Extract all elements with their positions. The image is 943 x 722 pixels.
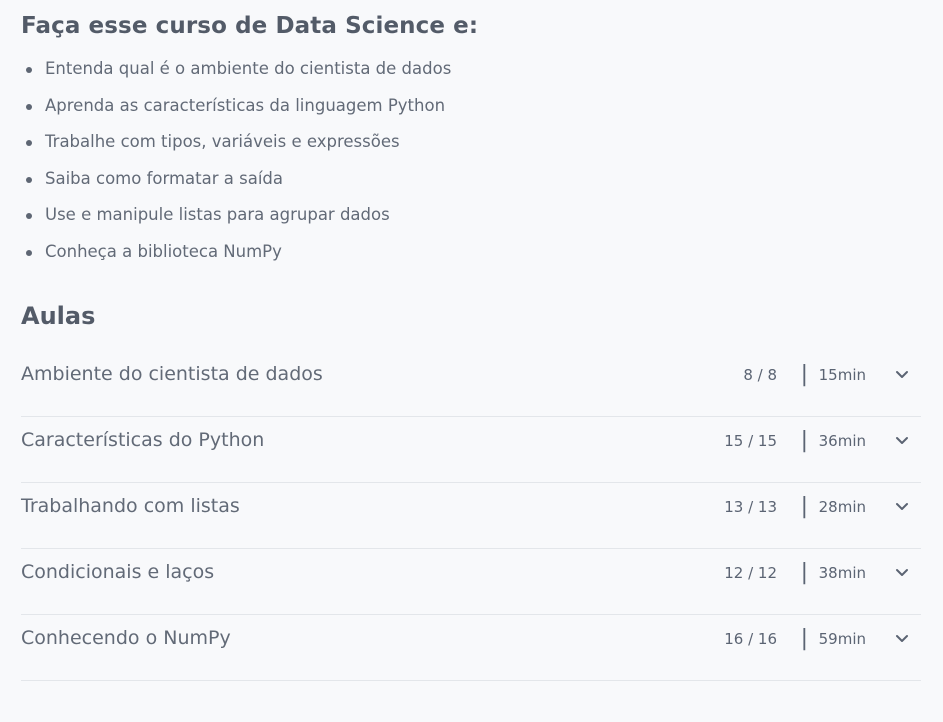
- benefit-text: Aprenda as características da linguagem …: [45, 95, 446, 115]
- lesson-progress-count: 12 / 12: [724, 564, 777, 582]
- lesson-duration: 59min: [818, 630, 866, 648]
- benefit-text: Trabalhe com tipos, variáveis e expressõ…: [45, 132, 400, 152]
- lesson-progress-count: 13 / 13: [724, 498, 777, 516]
- lesson-row-listas[interactable]: Trabalhando com listas 13 / 13 | 28min: [21, 483, 921, 549]
- benefit-item: Entenda qual é o ambiente do cientista d…: [21, 58, 921, 95]
- bullet-icon: [26, 249, 32, 256]
- chevron-down-icon[interactable]: [895, 565, 909, 579]
- lesson-separator: |: [800, 362, 808, 387]
- bullet-icon: [26, 176, 32, 183]
- course-details-page: Faça esse curso de Data Science e: Enten…: [0, 0, 943, 722]
- benefit-item: Aprenda as características da linguagem …: [21, 95, 921, 132]
- benefit-text: Entenda qual é o ambiente do cientista d…: [45, 59, 452, 78]
- course-benefits-heading: Faça esse curso de Data Science e:: [21, 13, 479, 39]
- benefit-item: Use e manipule listas para agrupar dados: [21, 204, 921, 241]
- lesson-row-ambiente[interactable]: Ambiente do cientista de dados 8 / 8 | 1…: [21, 351, 921, 417]
- lesson-title: Condicionais e laços: [21, 561, 215, 583]
- lesson-title: Características do Python: [21, 429, 265, 451]
- lesson-duration: 36min: [818, 432, 866, 450]
- benefits-list: Entenda qual é o ambiente do cientista d…: [21, 58, 921, 278]
- benefit-text: Use e manipule listas para agrupar dados: [45, 205, 390, 225]
- bullet-icon: [26, 213, 32, 220]
- lesson-duration: 28min: [818, 498, 866, 516]
- lesson-separator: |: [800, 494, 808, 519]
- bullet-icon: [26, 67, 32, 73]
- benefit-item: Conheça a biblioteca NumPy: [21, 241, 921, 278]
- lesson-duration: 15min: [818, 366, 866, 384]
- lesson-title: Trabalhando com listas: [21, 495, 240, 517]
- bullet-icon: [26, 140, 32, 147]
- lesson-row-condicionais[interactable]: Condicionais e laços 12 / 12 | 38min: [21, 549, 921, 615]
- lesson-title: Conhecendo o NumPy: [21, 627, 231, 649]
- chevron-down-icon[interactable]: [895, 499, 909, 513]
- chevron-down-icon[interactable]: [895, 367, 909, 381]
- lesson-progress-count: 8 / 8: [743, 366, 777, 384]
- lesson-duration: 38min: [818, 564, 866, 582]
- lesson-row-python[interactable]: Características do Python 15 / 15 | 36mi…: [21, 417, 921, 483]
- lesson-separator: |: [800, 626, 808, 651]
- chevron-down-icon[interactable]: [895, 631, 909, 645]
- lesson-row-numpy[interactable]: Conhecendo o NumPy 16 / 16 | 59min: [21, 615, 921, 681]
- benefit-item: Trabalhe com tipos, variáveis e expressõ…: [21, 131, 921, 168]
- lesson-progress-count: 15 / 15: [724, 432, 777, 450]
- benefit-text: Saiba como formatar a saída: [45, 168, 284, 188]
- lesson-separator: |: [800, 560, 808, 585]
- lesson-progress-count: 16 / 16: [724, 630, 777, 648]
- chevron-down-icon[interactable]: [895, 433, 909, 447]
- lessons-heading: Aulas: [21, 302, 96, 330]
- lesson-separator: |: [800, 428, 808, 453]
- bullet-icon: [26, 103, 32, 110]
- benefit-text: Conheça a biblioteca NumPy: [45, 241, 282, 261]
- benefit-item: Saiba como formatar a saída: [21, 168, 921, 205]
- lessons-list: Ambiente do cientista de dados 8 / 8 | 1…: [21, 351, 921, 681]
- lesson-title: Ambiente do cientista de dados: [21, 363, 323, 385]
